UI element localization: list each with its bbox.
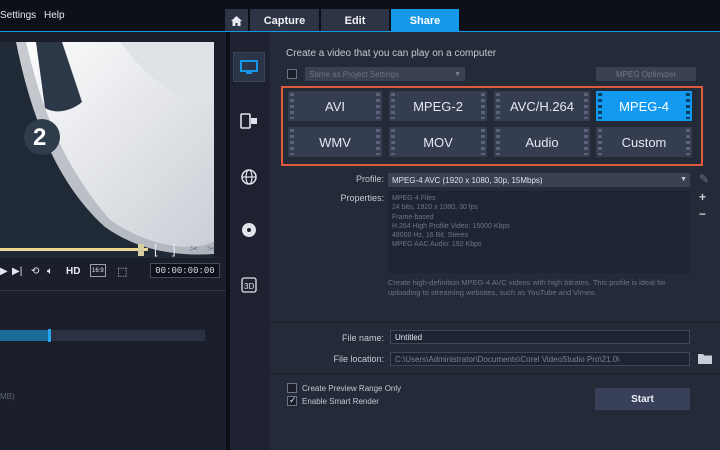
3d-icon: 3D (241, 277, 257, 293)
monitor-icon (240, 59, 258, 74)
tab-share[interactable]: Share (391, 9, 459, 32)
trim-icon[interactable]: ✂ (207, 244, 215, 255)
next-frame-icon[interactable]: ▶| (12, 264, 22, 278)
video-preview: 2 (0, 42, 214, 258)
start-button[interactable]: Start (595, 388, 690, 410)
section-divider (270, 322, 720, 323)
folder-icon[interactable] (698, 353, 712, 364)
same-as-project-select[interactable]: Same as Project Settings ▼ (305, 67, 465, 81)
profile-select[interactable]: MPEG-4 AVC (1920 x 1080, 30p, 15Mbps) ▼ (388, 173, 690, 187)
profile-value: MPEG-4 AVC (1920 x 1080, 30p, 15Mbps) (392, 175, 543, 185)
property-line: Frame-based (392, 213, 434, 221)
globe-icon (241, 169, 257, 185)
panel-divider (0, 290, 226, 291)
profile-label: Profile: (355, 174, 384, 184)
svg-text:3D: 3D (244, 282, 254, 291)
properties-box: MPEG-4 Files 24 bits, 1920 x 1080, 30 fp… (388, 191, 690, 273)
property-line: 24 bits, 1920 x 1080, 30 fps (392, 204, 479, 212)
format-avc-h264[interactable]: AVC/H.264 (494, 91, 590, 121)
check-icon: ✓ (289, 395, 297, 405)
disc-icon (242, 223, 256, 237)
menu-help[interactable]: Help (44, 10, 65, 21)
tab-capture[interactable]: Capture (250, 9, 319, 32)
file-location-label: File location: (333, 354, 384, 364)
split-clip-icon[interactable]: ✂ (190, 244, 198, 255)
profile-description: Create high-definition MPEG-4 AVC videos… (388, 278, 666, 297)
property-line: 48000 Hz, 16 Bit, Stereo (392, 232, 469, 240)
clip-number: 2 (33, 124, 47, 151)
size-info: MB) (0, 392, 15, 401)
mpeg-optimizer-button[interactable]: MPEG Optimizer (596, 67, 696, 81)
format-avi[interactable]: AVI (288, 91, 382, 121)
mark-in-button[interactable]: [ (154, 242, 158, 257)
file-location-input[interactable]: C:\Users\Administrator\Documents\Corel V… (390, 352, 690, 366)
smart-render-label: Enable Smart Render (302, 397, 379, 406)
share-disc-button[interactable] (233, 215, 265, 245)
crop-icon[interactable]: ⬚ (117, 264, 127, 278)
smart-render-checkbox[interactable]: ✓ (287, 395, 297, 406)
menu-settings[interactable]: Settings (0, 10, 36, 21)
format-mov[interactable]: MOV (389, 127, 487, 157)
file-name-input[interactable]: Untitled (390, 330, 690, 344)
share-device-button[interactable] (233, 106, 265, 136)
tab-edit[interactable]: Edit (321, 9, 389, 32)
tab-home[interactable] (225, 9, 248, 32)
progress-fill (0, 330, 50, 341)
player-panel: 2 [ ] ✂ ✂ ▶ ▶| ⟲ 🔈︎ HD 16:9 ⬚ 00:00:00:0… (0, 32, 226, 450)
aspect-ratio-button[interactable]: 16:9 (90, 264, 106, 277)
progress-marker (48, 329, 51, 342)
share-computer-button[interactable] (233, 52, 265, 82)
timecode-display[interactable]: 00:00:00:00 (150, 263, 220, 278)
scrub-handle[interactable] (138, 244, 144, 256)
step-back-icon[interactable]: ▶ (0, 264, 8, 278)
device-icon (240, 113, 257, 129)
format-mpeg2[interactable]: MPEG-2 (389, 91, 487, 121)
render-progress-bar (0, 329, 205, 342)
properties-label: Properties: (340, 193, 384, 203)
same-as-project-checkbox[interactable] (287, 69, 297, 79)
preview-range-checkbox[interactable] (287, 383, 297, 393)
format-custom[interactable]: Custom (596, 127, 692, 157)
hd-toggle[interactable]: HD (66, 264, 80, 278)
format-mpeg4[interactable]: MPEG-4 (596, 91, 692, 121)
preview-range-label: Create Preview Range Only (302, 384, 402, 393)
page-title: Create a video that you can play on a co… (286, 48, 497, 59)
mark-out-button[interactable]: ] (172, 242, 176, 257)
format-audio[interactable]: Audio (494, 127, 590, 157)
same-as-project-label: Same as Project Settings (309, 69, 399, 79)
scrub-bar[interactable] (0, 248, 148, 251)
add-profile-icon[interactable]: + (699, 190, 706, 204)
file-name-label: File name: (341, 333, 384, 343)
property-line: MPEG AAC Audio: 192 Kbps (392, 241, 482, 249)
share-type-sidebar: 3D (230, 32, 270, 450)
remove-profile-icon[interactable]: − (699, 207, 706, 221)
menu-bar: Settings Help Capture Edit Share (0, 0, 720, 32)
home-icon (231, 15, 242, 26)
chevron-down-icon: ▼ (454, 70, 461, 78)
share-3d-button[interactable]: 3D (233, 270, 265, 300)
workspace-tabs: Capture Edit Share (225, 9, 459, 32)
section-divider (270, 373, 720, 374)
property-line: MPEG-4 Files (392, 195, 436, 202)
volume-icon[interactable]: 🔈︎ (47, 264, 53, 278)
property-line: H.264 High Profile Video: 15000 Kbps (392, 222, 510, 230)
chevron-down-icon: ▼ (680, 176, 687, 183)
edit-profile-icon[interactable]: ✎ (699, 172, 709, 186)
repeat-icon[interactable]: ⟲ (31, 264, 39, 278)
share-web-button[interactable] (233, 162, 265, 192)
format-wmv[interactable]: WMV (288, 127, 382, 157)
